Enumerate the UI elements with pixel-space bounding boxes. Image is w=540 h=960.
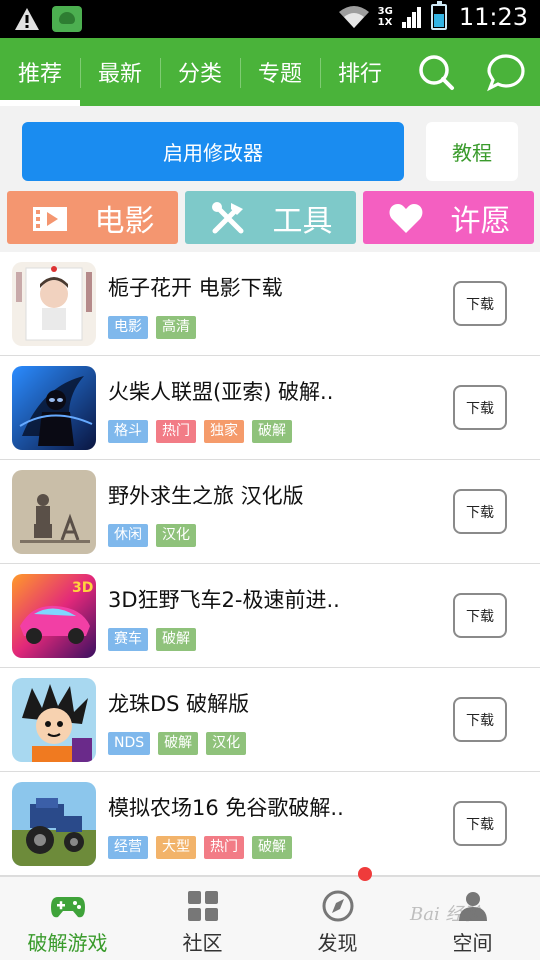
category-tools-label: 工具 xyxy=(272,203,333,239)
chat-icon[interactable] xyxy=(486,52,526,92)
tag: 电影 xyxy=(108,316,148,339)
list-item[interactable]: 模拟农场16 免谷歌破解.. 经营 大型 热门 破解 下载 xyxy=(0,772,540,876)
tag: 经营 xyxy=(108,836,148,859)
tag-list: 赛车 破解 xyxy=(108,628,196,651)
tab-ranking[interactable]: 排行 xyxy=(320,38,400,106)
category-wish-button[interactable]: 许愿 xyxy=(363,191,534,244)
tag: 汉化 xyxy=(206,732,247,755)
tag: 休闲 xyxy=(108,524,148,547)
farming-game-thumbnail xyxy=(12,782,96,866)
network-type: 3G 1X xyxy=(377,6,393,28)
category-movie-button[interactable]: 电影 xyxy=(7,191,178,244)
tab-category[interactable]: 分类 xyxy=(160,38,240,106)
tag: NDS xyxy=(108,732,151,755)
list-item[interactable]: 栀子花开 电影下载 电影 高清 下载 xyxy=(0,252,540,356)
bottom-nav-label: 社区 xyxy=(182,931,223,955)
tag: 高清 xyxy=(156,316,196,339)
gamepad-icon xyxy=(50,897,85,918)
heart-icon xyxy=(389,203,422,233)
bottom-nav-label: 空间 xyxy=(452,931,493,955)
list-item[interactable]: 龙珠DS 破解版 NDS 破解 汉化 下载 xyxy=(0,668,540,772)
survival-game-thumbnail xyxy=(12,470,96,554)
stickman-game-thumbnail xyxy=(12,366,96,450)
movie-poster-thumbnail xyxy=(12,262,96,346)
list-item[interactable]: 3D 3D狂野飞车2-极速前进.. 赛车 破解 下载 xyxy=(0,564,540,668)
tag: 破解 xyxy=(252,420,292,443)
download-button[interactable]: 下载 xyxy=(453,801,507,846)
tab-topics[interactable]: 专题 xyxy=(240,38,320,106)
racing-game-thumbnail: 3D xyxy=(12,574,96,658)
tutorial-button[interactable]: 教程 xyxy=(426,122,518,181)
category-movie-label: 电影 xyxy=(94,203,155,239)
tag: 格斗 xyxy=(108,420,148,443)
app-list: 栀子花开 电影下载 电影 高清 下载 火柴人联盟(亚索) 破解.. 格斗 热门 … xyxy=(0,252,540,876)
app-title: 3D狂野飞车2-极速前进.. xyxy=(108,588,340,612)
tag: 破解 xyxy=(156,628,196,651)
tab-recommended[interactable]: 推荐 xyxy=(0,38,80,106)
list-item[interactable]: 野外求生之旅 汉化版 休闲 汉化 下载 xyxy=(0,460,540,564)
notification-dot xyxy=(358,867,372,881)
dragonball-game-thumbnail xyxy=(12,678,96,762)
tag: 热门 xyxy=(156,420,196,443)
bottom-nav-discover[interactable]: 发现 xyxy=(270,877,405,960)
tag-list: 休闲 汉化 xyxy=(108,524,196,547)
bottom-nav-label: 破解游戏 xyxy=(27,931,108,955)
tag-list: 格斗 热门 独家 破解 xyxy=(108,420,292,443)
category-wish-label: 许愿 xyxy=(450,203,511,239)
tag: 赛车 xyxy=(108,628,148,651)
active-tab-indicator xyxy=(0,100,80,106)
tag-list: NDS 破解 汉化 xyxy=(108,732,247,755)
search-icon[interactable] xyxy=(416,52,456,92)
download-button[interactable]: 下载 xyxy=(453,489,507,534)
grid-icon xyxy=(187,891,218,921)
tag-list: 经营 大型 热门 破解 xyxy=(108,836,292,859)
svg-text:3D: 3D xyxy=(72,580,93,596)
tag: 大型 xyxy=(156,836,196,859)
top-nav: 推荐 最新 分类 专题 排行 xyxy=(0,38,540,106)
watermark: Bai 经验 xyxy=(410,904,482,925)
download-button[interactable]: 下载 xyxy=(453,697,507,742)
signal-icon xyxy=(401,7,421,28)
download-button[interactable]: 下载 xyxy=(453,281,507,326)
tag: 破解 xyxy=(158,732,199,755)
tab-latest[interactable]: 最新 xyxy=(80,38,160,106)
download-button[interactable]: 下载 xyxy=(453,593,507,638)
tag: 破解 xyxy=(252,836,292,859)
compass-icon xyxy=(322,890,353,922)
app-notification-icon xyxy=(52,6,82,32)
app-title: 火柴人联盟(亚索) 破解.. xyxy=(108,380,334,404)
bottom-nav-games[interactable]: 破解游戏 xyxy=(0,877,135,960)
app-title: 栀子花开 电影下载 xyxy=(108,276,283,300)
tag: 汉化 xyxy=(156,524,196,547)
app-title: 模拟农场16 免谷歌破解.. xyxy=(108,796,344,820)
tag: 热门 xyxy=(204,836,244,859)
enable-modifier-button[interactable]: 启用修改器 xyxy=(22,122,404,181)
status-time: 11:23 xyxy=(458,3,528,31)
wifi-icon xyxy=(338,6,369,28)
app-title: 野外求生之旅 汉化版 xyxy=(108,484,304,508)
status-bar: 3G 1X 11:23 xyxy=(0,0,540,38)
tools-icon xyxy=(211,201,243,233)
bottom-nav-community[interactable]: 社区 xyxy=(135,877,270,960)
app-title: 龙珠DS 破解版 xyxy=(108,692,250,716)
film-icon xyxy=(32,206,67,231)
tag: 独家 xyxy=(204,420,244,443)
category-tools-button[interactable]: 工具 xyxy=(185,191,356,244)
bottom-nav-label: 发现 xyxy=(317,931,358,955)
battery-icon xyxy=(430,1,447,30)
download-button[interactable]: 下载 xyxy=(453,385,507,430)
list-item[interactable]: 火柴人联盟(亚索) 破解.. 格斗 热门 独家 破解 下载 xyxy=(0,356,540,460)
warning-icon xyxy=(15,8,39,30)
tag-list: 电影 高清 xyxy=(108,316,196,339)
